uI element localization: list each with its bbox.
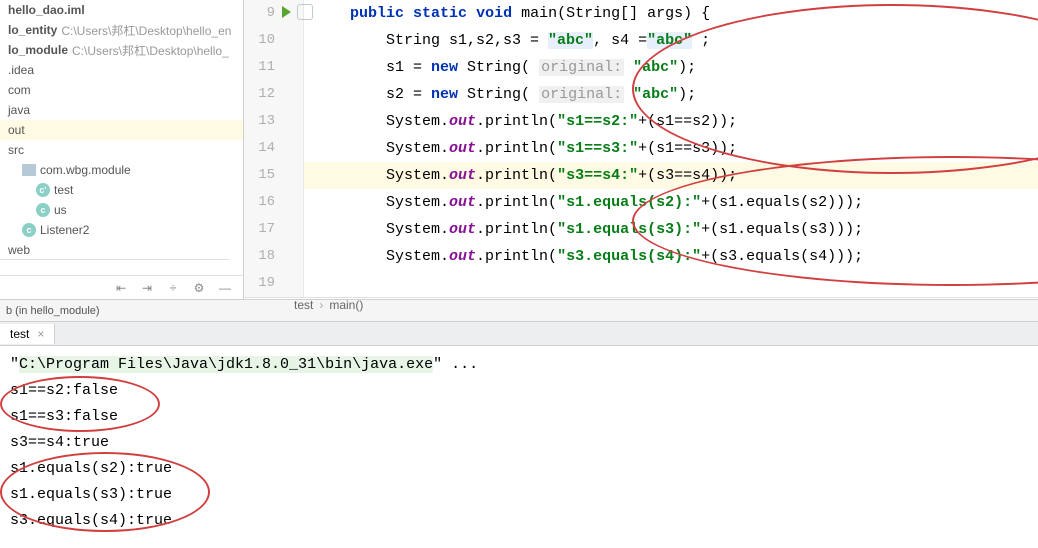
tree-path: C:\Users\邦杠\Desktop\hello_ — [72, 42, 229, 59]
gear-icon[interactable]: ⚙ — [191, 280, 207, 296]
tree-item[interactable]: hello_dao.iml — [0, 0, 243, 20]
tree-item[interactable]: .idea — [0, 60, 243, 80]
class-icon: c — [36, 203, 50, 217]
gutter-line[interactable]: 17 — [244, 216, 303, 243]
top-area: hello_dao.iml lo_entity C:\Users\邦杠\Deskt… — [0, 0, 1038, 300]
tree-item[interactable]: c Listener2 — [0, 220, 243, 240]
tree-label: lo_module — [8, 43, 68, 57]
code-line[interactable] — [304, 270, 1038, 297]
tree-label: lo_entity — [8, 23, 57, 37]
run-tabs: test × — [0, 322, 1038, 346]
run-tool-window: b (in hello_module) test × "C:\Program F… — [0, 300, 1038, 548]
code-line[interactable]: System.out.println("s1==s3:"+(s1==s3)); — [304, 135, 1038, 162]
gutter-line[interactable]: 18 — [244, 243, 303, 270]
tree-item[interactable]: lo_entity C:\Users\邦杠\Desktop\hello_en — [0, 20, 243, 40]
gutter-line[interactable]: 15 — [244, 162, 303, 189]
gutter-line[interactable]: 9 — [244, 0, 303, 27]
tab-label: test — [10, 327, 29, 341]
tree-item[interactable]: out — [0, 120, 243, 140]
gutter-line[interactable]: 13 — [244, 108, 303, 135]
tree-label: Listener2 — [40, 223, 89, 237]
tree-label: com.wbg.module — [40, 163, 131, 177]
tree-item[interactable]: lo_module C:\Users\邦杠\Desktop\hello_ — [0, 40, 243, 60]
tree-item[interactable]: web — [0, 240, 229, 260]
collapse-icon[interactable]: ⇤ — [113, 280, 129, 296]
console-line: s1==s3:false — [10, 404, 1028, 430]
code-line[interactable]: System.out.println("s1.equals(s2):"+(s1.… — [304, 189, 1038, 216]
gutter-line[interactable]: 12 — [244, 81, 303, 108]
code-line[interactable]: System.out.println("s1==s2:"+(s1==s2)); — [304, 108, 1038, 135]
run-gutter-icon[interactable] — [282, 6, 291, 18]
tree-item[interactable]: src — [0, 140, 243, 160]
code-area[interactable]: public static void main(String[] args) {… — [304, 0, 1038, 297]
parameter-hint: original: — [539, 86, 624, 103]
tree-item[interactable]: java — [0, 100, 243, 120]
class-icon: c' — [36, 183, 50, 197]
breadcrumb-item[interactable]: main() — [329, 298, 363, 312]
console-line: s1.equals(s2):true — [10, 456, 1028, 482]
close-icon[interactable]: × — [37, 327, 44, 341]
tree-item[interactable]: com — [0, 80, 243, 100]
console-line: s3.equals(s4):true — [10, 508, 1028, 534]
tree-item[interactable]: com.wbg.module — [0, 160, 243, 180]
tree-label: hello_dao.iml — [8, 3, 85, 17]
minimize-icon[interactable]: — — [217, 280, 233, 296]
console-line: "C:\Program Files\Java\jdk1.8.0_31\bin\j… — [10, 352, 1028, 378]
console[interactable]: "C:\Program Files\Java\jdk1.8.0_31\bin\j… — [0, 346, 1038, 548]
folder-icon — [22, 164, 36, 176]
gutter-line[interactable]: 19 — [244, 270, 303, 297]
tree-label: out — [8, 123, 25, 137]
code-line[interactable]: System.out.println("s3==s4:"+(s3==s4)); — [304, 162, 1038, 189]
tree-item[interactable]: c' test — [0, 180, 243, 200]
breadcrumb-item[interactable]: test — [294, 298, 313, 312]
tree-label: test — [54, 183, 73, 197]
console-line: s3==s4:true — [10, 430, 1028, 456]
divider-icon[interactable]: ÷ — [165, 280, 181, 296]
run-tab[interactable]: test × — [0, 324, 55, 344]
tree-label: web — [8, 243, 30, 257]
tree-label: java — [8, 103, 30, 117]
project-tree[interactable]: hello_dao.iml lo_entity C:\Users\邦杠\Deskt… — [0, 0, 243, 275]
console-line: s1.equals(s3):true — [10, 482, 1028, 508]
code-line[interactable]: s1 = new String( original: "abc"); — [304, 54, 1038, 81]
code-line[interactable]: System.out.println("s3.equals(s4):"+(s3.… — [304, 243, 1038, 270]
tree-item[interactable]: cus — [0, 200, 243, 220]
tree-label: src — [8, 143, 24, 157]
gutter: 9 10 11 12 13 14 15 16 17 18 19 — [244, 0, 304, 297]
editor-body: 9 10 11 12 13 14 15 16 17 18 19 public s… — [244, 0, 1038, 297]
parameter-hint: original: — [539, 59, 624, 76]
console-line: s1==s2:false — [10, 378, 1028, 404]
sidebar-toolbar: ⇤ ⇥ ÷ ⚙ — — [0, 275, 243, 299]
tree-path: C:\Users\邦杠\Desktop\hello_en — [61, 22, 231, 39]
gutter-line[interactable]: 16 — [244, 189, 303, 216]
code-line[interactable]: public static void main(String[] args) { — [304, 0, 1038, 27]
project-sidebar: hello_dao.iml lo_entity C:\Users\邦杠\Deskt… — [0, 0, 244, 299]
chevron-right-icon: › — [319, 298, 323, 312]
editor: 9 10 11 12 13 14 15 16 17 18 19 public s… — [244, 0, 1038, 299]
breadcrumb: test › main() — [244, 297, 1038, 312]
gutter-line[interactable]: 11 — [244, 54, 303, 81]
code-line[interactable]: String s1,s2,s3 = "abc", s4 ="abc" ; — [304, 27, 1038, 54]
class-icon: c — [22, 223, 36, 237]
expand-icon[interactable]: ⇥ — [139, 280, 155, 296]
gutter-line[interactable]: 14 — [244, 135, 303, 162]
code-line[interactable]: s2 = new String( original: "abc"); — [304, 81, 1038, 108]
code-line[interactable]: System.out.println("s1.equals(s3):"+(s1.… — [304, 216, 1038, 243]
tree-label: com — [8, 83, 31, 97]
tree-label: .idea — [8, 63, 34, 77]
gutter-line[interactable]: 10 — [244, 27, 303, 54]
tree-label: us — [54, 203, 67, 217]
